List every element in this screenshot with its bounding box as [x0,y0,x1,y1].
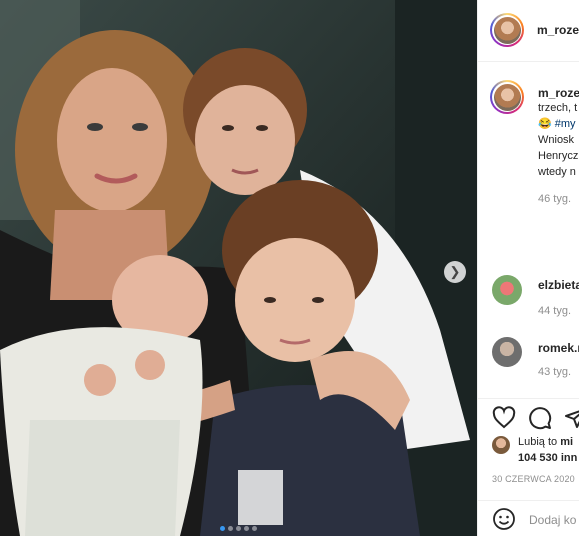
smiley-icon[interactable] [492,507,516,531]
caption-username[interactable]: m_roze [538,86,579,100]
likes-count[interactable]: 104 530 inn [518,452,577,464]
carousel-dot[interactable] [244,526,249,531]
caption-line: trzech, t [538,102,578,114]
send-icon[interactable] [564,406,579,430]
post-side-panel: m_rozer m_roze trzech, t 😂 #my Wniosk He… [477,0,579,536]
post-header: m_rozer [478,0,579,62]
liker-name[interactable]: mi [560,436,573,448]
hashtag-link[interactable]: #my [555,118,576,130]
comment-avatar[interactable] [492,275,522,305]
caption-line: wtedy n [538,166,576,178]
add-comment-input[interactable]: Dodaj ko [529,513,576,527]
author-avatar[interactable] [490,13,524,47]
caption-timestamp[interactable]: 46 tyg. [538,193,571,205]
family-photo-illustration [0,0,477,536]
comment-username[interactable]: romek.r [538,341,579,355]
comment-icon[interactable] [528,406,552,430]
comment-timestamp[interactable]: 43 tyg. [538,366,571,378]
add-comment-bar: Dodaj ko [478,500,579,536]
post-photo[interactable]: ❯ [0,0,477,536]
carousel-dot[interactable] [228,526,233,531]
caption-avatar[interactable] [490,80,524,114]
caption-text: trzech, t 😂 #my Wniosk Henrycz wtedy n [538,100,578,180]
next-slide-button[interactable]: ❯ [444,261,466,283]
post-date[interactable]: 30 CZERWCA 2020 [492,474,575,484]
heart-icon[interactable] [492,406,516,430]
chevron-right-icon: ❯ [449,264,461,279]
caption-line: Wniosk [538,134,575,146]
carousel-dot[interactable] [252,526,257,531]
likes-line: Lubią to mi [518,436,573,448]
comment-timestamp[interactable]: 44 tyg. [538,305,571,317]
liker-avatar[interactable] [492,436,510,454]
carousel-dot[interactable] [220,526,225,531]
carousel-dots [0,526,477,531]
author-username[interactable]: m_rozer [537,23,579,37]
comment-avatar[interactable] [492,337,522,367]
caption-line: Henrycz [538,150,579,162]
comment-username[interactable]: elzbieta [538,278,579,292]
carousel-dot[interactable] [236,526,241,531]
laughing-emoji-icon: 😂 [538,118,552,130]
likes-prefix: Lubią to [518,436,558,448]
